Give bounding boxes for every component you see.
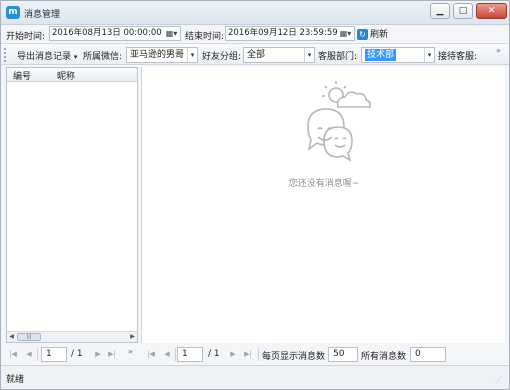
scroll-left-icon[interactable]: ◀	[7, 332, 16, 342]
message-page-input[interactable]: 1	[177, 347, 203, 362]
empty-chat-illustration-icon	[307, 81, 371, 162]
agent-label: 接待客服:	[438, 52, 478, 62]
per-page-value: 50	[333, 349, 345, 359]
toolbar-grip[interactable]	[4, 48, 7, 62]
message-area: 您还没有消息喔~	[141, 67, 505, 343]
pager-divider	[258, 348, 259, 361]
all-messages-label: 所有消息数	[361, 352, 407, 362]
start-time-label: 开始时间:	[6, 32, 46, 42]
refresh-icon: ↻	[357, 29, 368, 40]
end-time-picker[interactable]: 2016年09月12日 23:59:59 ▦▾	[225, 26, 355, 41]
column-header-id[interactable]: 编号	[13, 69, 31, 82]
empty-state-message: 您还没有消息喔~	[288, 179, 360, 189]
last-page-icon[interactable]: ▶|	[243, 349, 253, 359]
date-filter-row: 开始时间: 2016年08月13日 00:00:00 ▦▾ 结束时间: 2016…	[1, 25, 509, 43]
contact-page-value: 1	[46, 349, 52, 359]
status-text: 就绪	[6, 375, 25, 385]
horizontal-scrollbar[interactable]: ◀ ||| ▶	[7, 331, 137, 342]
chevron-down-icon: ▾	[304, 48, 314, 62]
end-time-label: 结束时间:	[185, 32, 225, 42]
export-records-button[interactable]: 导出消息记录 ▾	[17, 49, 77, 62]
department-value: 技术部	[365, 49, 397, 61]
title-bar: m 消息管理 ▁ □ ✕	[1, 1, 509, 25]
next-page-icon[interactable]: ▶	[93, 349, 103, 359]
minimize-button[interactable]: ▁	[430, 3, 450, 19]
all-messages-value: 0	[415, 349, 421, 359]
message-pager: |◀ ◀ 1 / 1 ▶ ▶| 每页显示消息数 50 所有消息数 0	[144, 346, 506, 364]
calendar-dropdown-icon[interactable]: ▦▾	[337, 27, 354, 40]
scroll-right-icon[interactable]: ▶	[128, 332, 137, 342]
wechat-select[interactable]: 亚马逊的男哥 ▾	[126, 47, 198, 63]
pager-divider	[175, 348, 176, 361]
department-label: 客服部门:	[318, 52, 358, 62]
message-manager-window: m 消息管理 ▁ □ ✕ 开始时间: 2016年08月13日 00:00:00 …	[0, 0, 510, 390]
refresh-label: 刷新	[370, 30, 389, 40]
friend-group-label: 好友分组:	[202, 52, 242, 62]
chevron-down-icon: ▾	[73, 53, 78, 61]
maximize-icon: □	[458, 6, 468, 16]
contact-list-pager: |◀ ◀ 1 / 1 ▶ ▶| »	[6, 346, 140, 364]
per-page-label: 每页显示消息数	[262, 352, 326, 362]
app-logo-icon: m	[6, 6, 20, 19]
status-bar: 就绪 ⋰	[1, 365, 509, 389]
minimize-icon: ▁	[436, 6, 444, 16]
start-time-picker[interactable]: 2016年08月13日 00:00:00 ▦▾	[49, 26, 181, 41]
resize-grip-icon[interactable]: ⋰	[495, 375, 505, 385]
close-button[interactable]: ✕	[476, 3, 507, 19]
contact-page-input[interactable]: 1	[41, 347, 67, 362]
export-records-label: 导出消息记录	[17, 52, 72, 62]
chevron-down-icon: ▾	[424, 48, 434, 62]
maximize-button[interactable]: □	[453, 3, 473, 19]
all-messages-count: 0	[410, 347, 446, 362]
wechat-value: 亚马逊的男哥	[130, 50, 185, 60]
first-page-icon[interactable]: |◀	[146, 349, 156, 359]
contact-list-header: 编号 昵称	[7, 68, 137, 82]
end-time-value: 2016年09月12日 23:59:59	[228, 28, 338, 38]
per-page-input[interactable]: 50	[328, 347, 358, 362]
start-time-value: 2016年08月13日 00:00:00	[52, 28, 162, 38]
toolbar-overflow-button[interactable]: »	[496, 46, 501, 55]
message-page-total: / 1	[208, 349, 220, 359]
prev-page-icon[interactable]: ◀	[24, 349, 34, 359]
column-header-nickname[interactable]: 昵称	[57, 69, 75, 82]
filter-toolbar: 导出消息记录 ▾ 所属微信: 亚马逊的男哥 ▾ 好友分组: 全部 ▾ 客服部门:…	[1, 43, 509, 65]
close-icon: ✕	[487, 6, 496, 16]
chevron-down-icon: ▾	[187, 48, 197, 62]
last-page-icon[interactable]: ▶|	[107, 349, 117, 359]
refresh-button[interactable]: ↻ 刷新	[357, 27, 388, 40]
next-page-icon[interactable]: ▶	[228, 349, 238, 359]
wechat-label: 所属微信:	[83, 52, 123, 62]
first-page-icon[interactable]: |◀	[8, 349, 18, 359]
contact-list-panel[interactable]: 编号 昵称 ◀ ||| ▶	[6, 67, 138, 343]
scrollbar-thumb[interactable]: |||	[17, 333, 41, 341]
department-select[interactable]: 技术部 ▾	[361, 47, 435, 63]
pager-divider	[37, 348, 38, 361]
friend-group-value: 全部	[247, 50, 266, 60]
pager-overflow-button[interactable]: »	[128, 347, 133, 356]
prev-page-icon[interactable]: ◀	[162, 349, 172, 359]
contact-page-total: / 1	[71, 349, 83, 359]
friend-group-select[interactable]: 全部 ▾	[243, 47, 315, 63]
message-page-value: 1	[182, 349, 188, 359]
calendar-dropdown-icon[interactable]: ▦▾	[163, 27, 180, 40]
window-title: 消息管理	[24, 10, 61, 20]
